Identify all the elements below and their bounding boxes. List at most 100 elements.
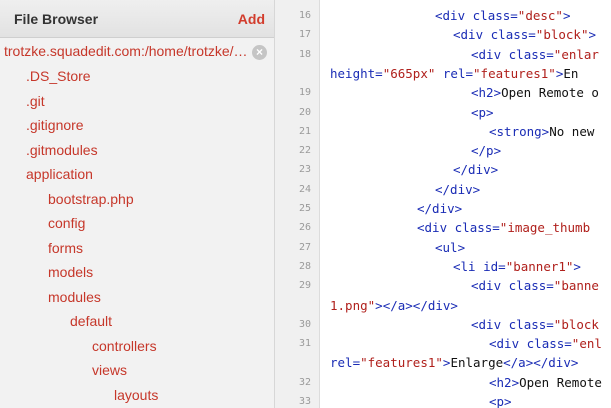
tree-item[interactable]: .DS_Store xyxy=(0,64,274,89)
code-token: <div xyxy=(435,8,473,23)
code-token: </div> xyxy=(412,297,458,313)
code-token: class= xyxy=(526,336,572,352)
code-token: class= xyxy=(508,46,554,62)
code-line: </div> xyxy=(331,201,462,216)
root-folder-label: trotzke.squadedit.com:/home/trotzke/… xyxy=(4,43,248,59)
code-token: <div xyxy=(417,220,455,236)
line-number: 28 xyxy=(298,260,311,272)
line-number: 17 xyxy=(298,29,311,41)
tree-item-label: controllers xyxy=(92,337,157,354)
code-token: > xyxy=(375,297,383,313)
code-line: </p> xyxy=(331,143,501,158)
tree-item[interactable]: modules xyxy=(0,285,274,310)
code-token: rel= xyxy=(442,65,474,81)
code-token: <p> xyxy=(489,394,512,408)
tree-item-label: .git xyxy=(26,92,45,109)
code-token: > xyxy=(562,8,571,23)
code-line: <strong>No new xyxy=(331,124,602,139)
code-line: <div class="desc"> xyxy=(331,8,570,23)
code-token: <p> xyxy=(471,104,494,120)
code-token: <ul> xyxy=(435,239,466,255)
tree-item[interactable]: layouts xyxy=(0,383,274,408)
code-token: "enlar xyxy=(553,46,599,62)
code-token: class= xyxy=(490,27,536,43)
code-line: <p> xyxy=(331,394,512,408)
file-browser-title: File Browser xyxy=(14,10,99,27)
code-line: <ul> xyxy=(331,240,465,255)
line-number: 30 xyxy=(298,318,311,330)
tree-item[interactable]: bootstrap.php xyxy=(0,187,274,212)
code-token: <div xyxy=(471,316,509,332)
code-token: "features1" xyxy=(360,355,443,371)
add-button[interactable]: Add xyxy=(238,11,265,27)
line-number: 19 xyxy=(298,87,311,99)
root-folder[interactable]: trotzke.squadedit.com:/home/trotzke/… xyxy=(0,38,274,64)
code-editor[interactable]: 16 <div class="desc"> 17 <div class="block"… xyxy=(275,0,611,408)
code-token: </div> xyxy=(435,181,481,197)
code-token: Open Remote xyxy=(519,374,602,390)
tree-item[interactable]: default xyxy=(0,309,274,334)
line-number: 16 xyxy=(298,10,311,21)
code-line: <li id="banner1"> xyxy=(331,259,581,274)
code-token: </a> xyxy=(503,355,534,371)
code-line-wrap: 1.png"></a></div> xyxy=(330,298,458,313)
code-line-wrap: height="665px" rel="features1">En xyxy=(330,66,578,81)
code-token: <div xyxy=(471,46,509,62)
line-number: 26 xyxy=(298,222,311,234)
code-token: "image_thumb xyxy=(499,220,591,236)
line-number: 23 xyxy=(298,164,311,176)
code-token: "features1" xyxy=(473,65,556,81)
code-line: <div class="enl xyxy=(331,336,602,351)
code-line: <div class="block"> xyxy=(331,27,596,42)
code-token: <h2> xyxy=(489,374,520,390)
close-root-icon[interactable]: × xyxy=(252,45,267,60)
code-token: > xyxy=(588,27,597,43)
tree-item-label: modules xyxy=(48,288,101,305)
code-token: Enlarge xyxy=(450,355,504,371)
code-token: class= xyxy=(472,8,518,23)
tree-item[interactable]: models xyxy=(0,260,274,285)
code-token: No new xyxy=(549,123,602,139)
code-token: Open Remote o xyxy=(501,85,599,101)
code-token: En xyxy=(563,65,579,81)
code-token: > xyxy=(573,258,581,274)
tree-item[interactable]: views xyxy=(0,358,274,383)
code-token: id= xyxy=(483,258,506,274)
file-browser-sidebar: File Browser Add trotzke.squadedit.com:/… xyxy=(0,0,275,408)
tree-item-label: config xyxy=(48,215,86,231)
code-token: class= xyxy=(508,278,554,294)
line-number: 29 xyxy=(298,280,311,292)
code-token: "banne xyxy=(553,278,599,294)
code-token: </div> xyxy=(417,201,463,216)
code-token: "block" xyxy=(535,27,589,43)
code-token: class= xyxy=(508,316,554,332)
line-number: 24 xyxy=(298,183,311,195)
code-token: "enl xyxy=(571,336,602,352)
file-browser-header: File Browser Add xyxy=(0,0,274,38)
tree-item-label: .gitignore xyxy=(26,117,84,133)
tree-item[interactable]: .gitignore xyxy=(0,113,274,138)
tree-item-label: application xyxy=(26,166,93,182)
code-token: rel= xyxy=(330,355,361,371)
tree-item[interactable]: .gitmodules xyxy=(0,138,274,163)
tree-item[interactable]: application xyxy=(0,162,274,187)
tree-item-label: models xyxy=(48,264,94,280)
code-token: <div xyxy=(489,336,527,352)
tree-item-label: default xyxy=(70,313,113,329)
code-line: </div> xyxy=(331,162,498,177)
line-number: 20 xyxy=(298,106,311,118)
tree-item[interactable]: controllers xyxy=(0,334,274,359)
tree-item-label: .DS_Store xyxy=(26,68,91,84)
tree-item[interactable]: .git xyxy=(0,89,274,114)
tree-item[interactable]: config xyxy=(0,211,274,236)
code-token: <div xyxy=(471,278,509,294)
code-token: "banner1" xyxy=(505,258,574,274)
tree-item[interactable]: forms xyxy=(0,236,274,261)
code-token: "block xyxy=(553,316,599,332)
code-line: <div class="banne xyxy=(331,278,599,293)
file-tree: trotzke.squadedit.com:/home/trotzke/… .D… xyxy=(0,38,274,407)
code-token: "desc" xyxy=(517,8,563,23)
line-number: 22 xyxy=(298,145,311,157)
line-number: 31 xyxy=(298,338,311,350)
